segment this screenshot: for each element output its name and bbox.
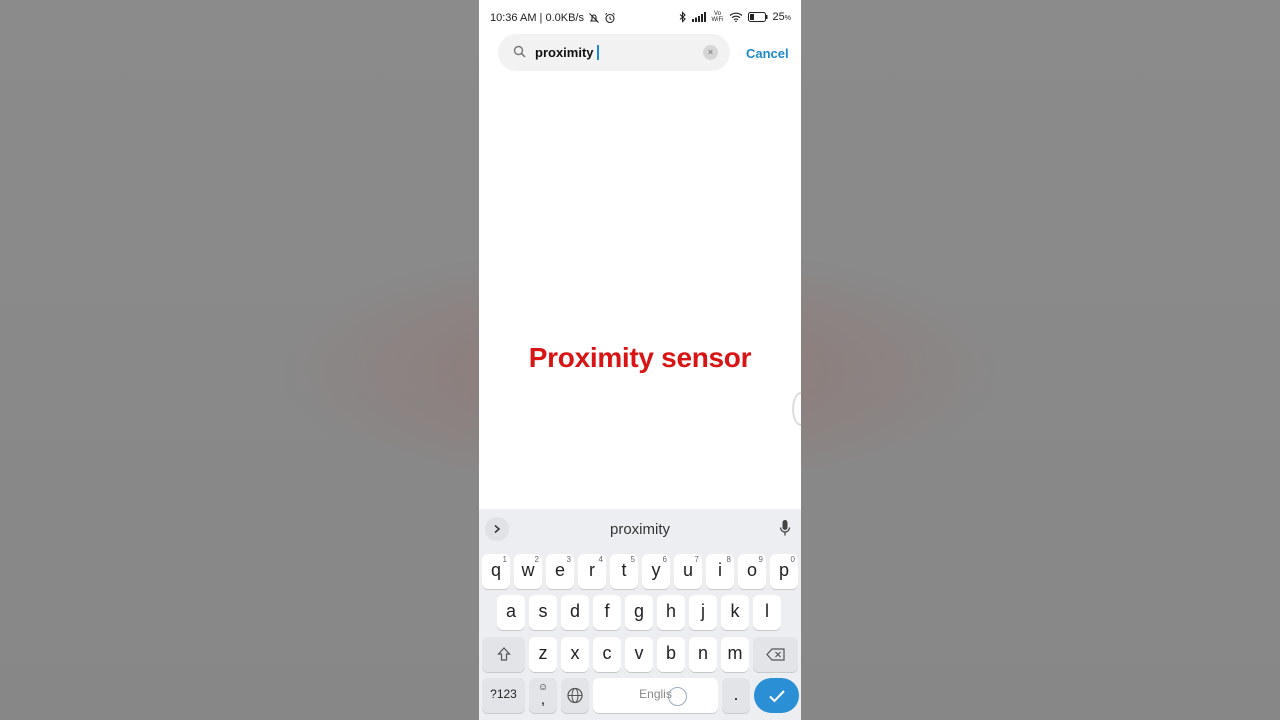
alarm-icon (604, 12, 616, 24)
key-u[interactable]: u7 (674, 554, 702, 589)
notifications-off-icon (588, 12, 600, 24)
key-number-hint: 7 (694, 555, 699, 564)
key-w[interactable]: w2 (514, 554, 542, 589)
key-label: y (651, 560, 661, 580)
key-d[interactable]: d (561, 595, 589, 630)
key-k[interactable]: k (721, 595, 749, 630)
shift-key[interactable] (482, 637, 525, 672)
key-q[interactable]: q1 (482, 554, 510, 589)
key-label: q (490, 560, 501, 580)
space-language-label: Englis (639, 687, 672, 701)
bluetooth-icon (679, 11, 687, 23)
battery-percent: 25% (772, 11, 791, 23)
key-f[interactable]: f (593, 595, 621, 630)
key-l[interactable]: l (753, 595, 781, 630)
key-m[interactable]: m (721, 637, 749, 672)
key-o[interactable]: o9 (738, 554, 766, 589)
key-label: e (554, 560, 565, 580)
key-e[interactable]: e3 (546, 554, 574, 589)
key-v[interactable]: v (625, 637, 653, 672)
key-number-hint: 8 (726, 555, 731, 564)
period-key[interactable]: . (722, 678, 750, 713)
key-t[interactable]: t5 (610, 554, 638, 589)
search-query: proximity (535, 45, 594, 60)
enter-key[interactable] (754, 678, 799, 713)
shift-arrow-icon (496, 647, 511, 661)
key-number-hint: 9 (758, 555, 763, 564)
key-label: o (746, 560, 757, 580)
text-cursor (596, 45, 599, 60)
phone-screen: 10:36 AM | 0.0KB/s Vo WiFi 25% proximity… (479, 0, 801, 720)
backspace-icon (765, 648, 785, 661)
backspace-key[interactable] (753, 637, 798, 672)
key-label: i (718, 560, 722, 580)
emoji-comma-key[interactable]: ☺ , (529, 678, 557, 713)
key-y[interactable]: y6 (642, 554, 670, 589)
key-p[interactable]: p0 (770, 554, 798, 589)
status-time-speed: 10:36 AM | 0.0KB/s (490, 12, 584, 24)
space-key[interactable]: Englis (593, 678, 718, 713)
key-label: t (621, 560, 627, 580)
key-g[interactable]: g (625, 595, 653, 630)
wifi-icon (729, 12, 743, 22)
globe-icon (567, 687, 583, 704)
key-label: w (521, 560, 535, 580)
key-x[interactable]: x (561, 637, 589, 672)
language-key[interactable] (561, 678, 589, 713)
key-number-hint: 6 (662, 555, 667, 564)
key-s[interactable]: s (529, 595, 557, 630)
key-z[interactable]: z (529, 637, 557, 672)
cancel-button[interactable]: Cancel (746, 46, 789, 61)
key-number-hint: 5 (630, 555, 635, 564)
key-number-hint: 1 (502, 555, 507, 564)
key-number-hint: 0 (790, 555, 795, 564)
key-i[interactable]: i8 (706, 554, 734, 589)
key-r[interactable]: r4 (578, 554, 606, 589)
touch-indicator (668, 687, 687, 706)
key-label: p (778, 560, 789, 580)
video-caption: Proximity sensor (528, 342, 752, 373)
key-c[interactable]: c (593, 637, 621, 672)
signal-icon (691, 12, 707, 22)
word-suggestion[interactable]: proximity (479, 521, 801, 538)
key-number-hint: 4 (598, 555, 603, 564)
search-icon (513, 45, 526, 63)
key-n[interactable]: n (689, 637, 717, 672)
checkmark-icon (768, 689, 785, 702)
key-number-hint: 3 (566, 555, 571, 564)
search-input[interactable]: proximity × (498, 34, 730, 71)
suggestion-bar: proximity (479, 509, 801, 549)
key-b[interactable]: b (657, 637, 685, 672)
key-number-hint: 2 (534, 555, 539, 564)
key-label: u (682, 560, 693, 580)
key-label: r (589, 560, 595, 580)
battery-icon (747, 12, 768, 22)
comma-label: , (540, 691, 546, 708)
edge-gesture-indicator (792, 392, 801, 426)
key-j[interactable]: j (689, 595, 717, 630)
microphone-icon[interactable] (779, 519, 791, 542)
onscreen-keyboard: proximity q1w2e3r4t5y6u7i8o9p0 asdfghjkl… (479, 509, 801, 720)
symbols-key[interactable]: ?123 (482, 678, 525, 713)
key-a[interactable]: a (497, 595, 525, 630)
status-bar: 10:36 AM | 0.0KB/s Vo WiFi 25% (479, 0, 801, 38)
clear-search-button[interactable]: × (703, 45, 718, 60)
vowifi-icon: Vo WiFi (711, 11, 724, 23)
key-h[interactable]: h (657, 595, 685, 630)
